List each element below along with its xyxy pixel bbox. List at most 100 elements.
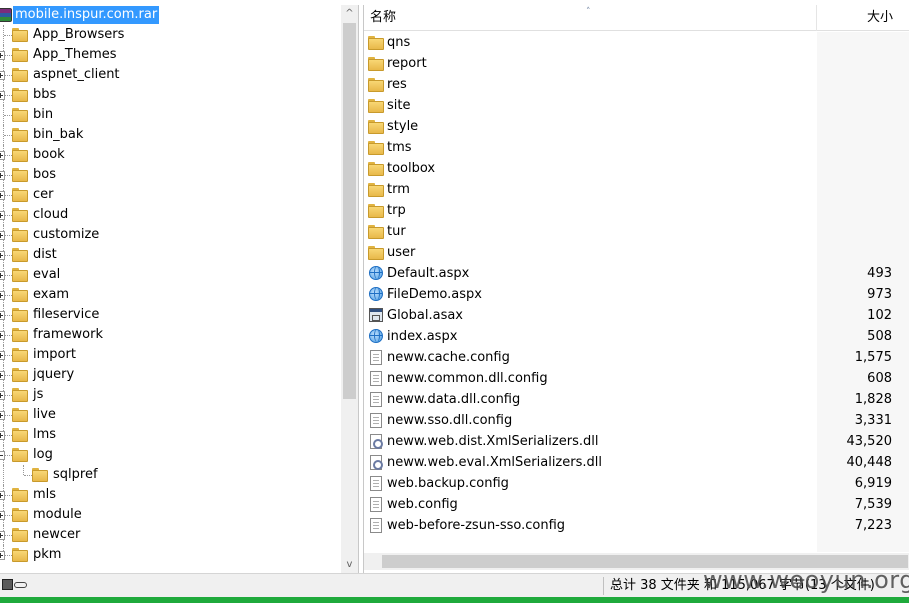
key-icon[interactable] <box>14 582 27 588</box>
collapse-icon[interactable] <box>0 451 5 460</box>
expand-icon[interactable] <box>0 351 5 360</box>
file-row[interactable]: Default.aspx 493 <box>364 263 909 284</box>
folder-icon <box>368 120 384 134</box>
column-header-size[interactable]: 大小 <box>818 5 909 31</box>
scroll-up-arrow-icon[interactable]: ^ <box>341 5 358 22</box>
file-row[interactable]: neww.data.dll.config 1,828 <box>364 389 909 410</box>
expand-icon[interactable] <box>0 151 5 160</box>
tree-item[interactable]: bin <box>0 105 341 125</box>
file-row[interactable]: style <box>364 116 909 137</box>
expand-icon[interactable] <box>0 491 5 500</box>
file-row[interactable]: toolbox <box>364 158 909 179</box>
expand-icon[interactable] <box>0 171 5 180</box>
tree-root-item[interactable]: mobile.inspur.com.rar <box>0 5 341 25</box>
tree-item[interactable]: book <box>0 145 341 165</box>
tree-item[interactable]: sqlpref <box>0 465 341 485</box>
file-row[interactable]: trp <box>364 200 909 221</box>
file-size: 7,539 <box>854 497 892 512</box>
expand-icon[interactable] <box>0 51 5 60</box>
tree-item[interactable]: lms <box>0 425 341 445</box>
file-row[interactable]: site <box>364 95 909 116</box>
tree-item-label: lms <box>33 427 57 442</box>
tree-item[interactable]: import <box>0 345 341 365</box>
file-row[interactable]: Global.asax 102 <box>364 305 909 326</box>
tree-item[interactable]: pkm <box>0 545 341 565</box>
file-row[interactable]: neww.web.eval.XmlSerializers.dll 40,448 <box>364 452 909 473</box>
file-row[interactable]: res <box>364 74 909 95</box>
document-icon <box>370 497 382 512</box>
expand-icon[interactable] <box>0 211 5 220</box>
file-row[interactable]: tms <box>364 137 909 158</box>
file-row[interactable]: neww.sso.dll.config 3,331 <box>364 410 909 431</box>
file-row[interactable]: user <box>364 242 909 263</box>
file-row[interactable]: web.backup.config 6,919 <box>364 473 909 494</box>
tree-item[interactable]: newcer <box>0 525 341 545</box>
expand-icon[interactable] <box>0 311 5 320</box>
folder-icon <box>12 508 28 522</box>
file-size: 608 <box>867 371 892 386</box>
expand-icon[interactable] <box>0 371 5 380</box>
tree-item[interactable]: module <box>0 505 341 525</box>
folder-icon <box>12 248 28 262</box>
tree-item[interactable]: dist <box>0 245 341 265</box>
scroll-down-arrow-icon[interactable]: v <box>341 556 358 573</box>
expand-icon[interactable] <box>0 91 5 100</box>
tree-item[interactable]: jquery <box>0 365 341 385</box>
expand-icon[interactable] <box>0 191 5 200</box>
file-row[interactable]: web-before-zsun-sso.config 7,223 <box>364 515 909 536</box>
drive-icon[interactable] <box>2 579 13 590</box>
expand-icon[interactable] <box>0 531 5 540</box>
tree-item[interactable]: exam <box>0 285 341 305</box>
expand-icon[interactable] <box>0 291 5 300</box>
file-row[interactable]: index.aspx 508 <box>364 326 909 347</box>
tree-item[interactable]: App_Themes <box>0 45 341 65</box>
tree-item-label: live <box>33 407 56 422</box>
expand-icon[interactable] <box>0 551 5 560</box>
file-name: neww.common.dll.config <box>387 371 548 386</box>
file-row[interactable]: report <box>364 53 909 74</box>
expand-icon[interactable] <box>0 331 5 340</box>
tree-item-label: module <box>33 507 82 522</box>
folder-icon <box>12 328 28 342</box>
expand-icon[interactable] <box>0 231 5 240</box>
file-row[interactable]: neww.common.dll.config 608 <box>364 368 909 389</box>
expand-icon[interactable] <box>0 391 5 400</box>
expand-icon[interactable] <box>0 251 5 260</box>
tree-item[interactable]: bbs <box>0 85 341 105</box>
expand-icon[interactable] <box>0 431 5 440</box>
expand-icon[interactable] <box>0 271 5 280</box>
tree-scrollbar-thumb[interactable] <box>343 23 356 399</box>
tree-item-label: mls <box>33 487 57 502</box>
tree-item[interactable]: App_Browsers <box>0 25 341 45</box>
tree-item[interactable]: fileservice <box>0 305 341 325</box>
file-row[interactable]: neww.web.dist.XmlSerializers.dll 43,520 <box>364 431 909 452</box>
column-header-name[interactable]: 名称 ˄ <box>364 5 817 31</box>
folder-icon <box>12 228 28 242</box>
tree-item-label: dist <box>33 247 57 262</box>
file-row[interactable]: web.config 7,539 <box>364 494 909 515</box>
tree-item[interactable]: bin_bak <box>0 125 341 145</box>
tree-item[interactable]: live <box>0 405 341 425</box>
tree-item[interactable]: cer <box>0 185 341 205</box>
tree-item[interactable]: mls <box>0 485 341 505</box>
file-row[interactable]: FileDemo.aspx 973 <box>364 284 909 305</box>
tree-item[interactable]: framework <box>0 325 341 345</box>
tree-item[interactable]: eval <box>0 265 341 285</box>
file-row[interactable]: tur <box>364 221 909 242</box>
tree-item[interactable]: customize <box>0 225 341 245</box>
globe-icon <box>369 287 383 301</box>
tree-vertical-scrollbar[interactable]: ^ v <box>341 5 358 573</box>
tree-item[interactable]: cloud <box>0 205 341 225</box>
tree-item[interactable]: log <box>0 445 341 465</box>
expand-icon[interactable] <box>0 71 5 80</box>
tree-item[interactable]: bos <box>0 165 341 185</box>
tree-item[interactable]: aspnet_client <box>0 65 341 85</box>
expand-icon[interactable] <box>0 511 5 520</box>
tree-item[interactable]: js <box>0 385 341 405</box>
expand-icon[interactable] <box>0 411 5 420</box>
file-row[interactable]: qns <box>364 32 909 53</box>
file-name: web-before-zsun-sso.config <box>387 518 566 533</box>
globe-icon <box>369 329 383 343</box>
file-row[interactable]: trm <box>364 179 909 200</box>
file-row[interactable]: neww.cache.config 1,575 <box>364 347 909 368</box>
